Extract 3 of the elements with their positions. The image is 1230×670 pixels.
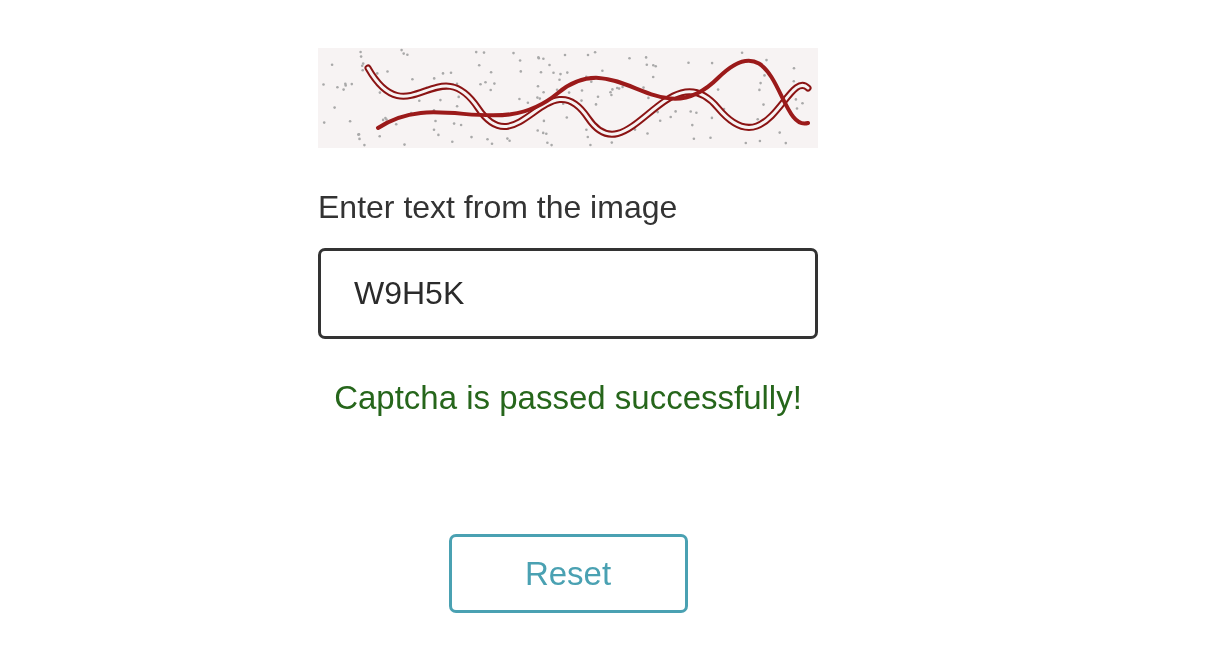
success-message: Captcha is passed successfully! [334,379,802,417]
captcha-input-field[interactable]: W9H5K [318,248,818,339]
captcha-input-label: Enter text from the image [318,188,679,226]
